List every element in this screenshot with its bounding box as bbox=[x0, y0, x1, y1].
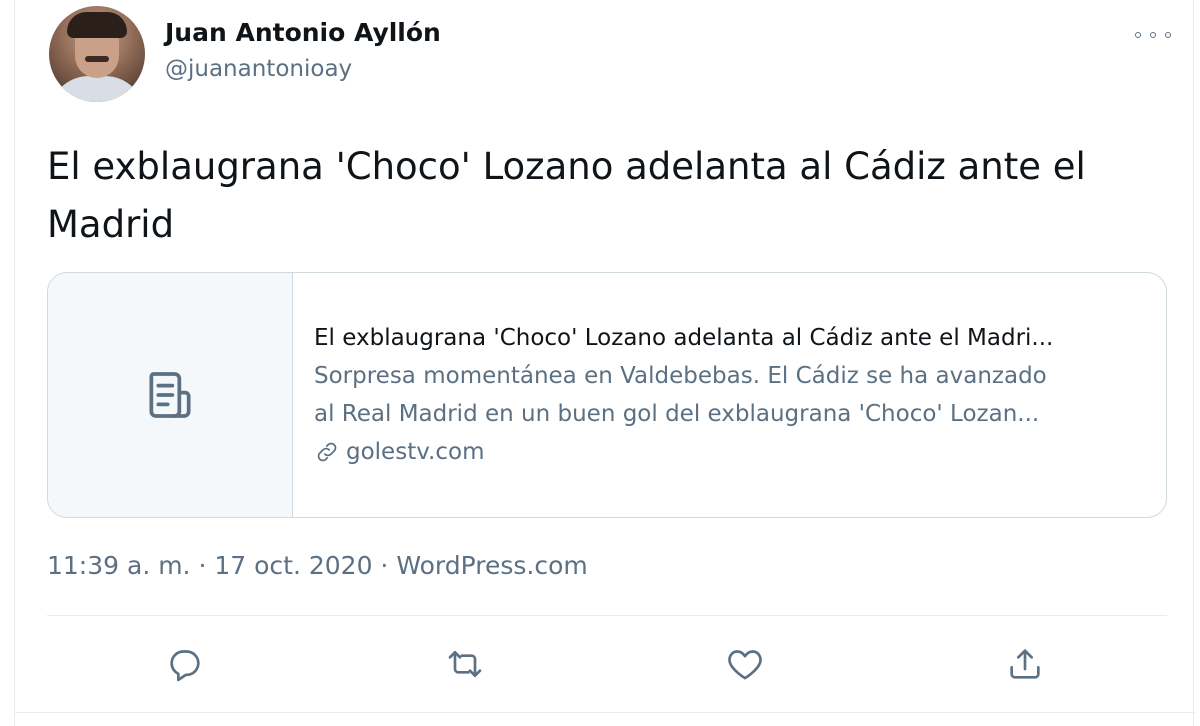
card-domain: golestv.com bbox=[314, 435, 1144, 469]
more-dot-icon bbox=[1165, 32, 1171, 38]
author-handle[interactable]: @juanantonioay bbox=[165, 56, 352, 82]
document-icon bbox=[149, 372, 191, 418]
like-button[interactable] bbox=[721, 640, 769, 688]
tweet-meta: 11:39 a. m. · 17 oct. 2020 · WordPress.c… bbox=[47, 551, 588, 580]
avatar-shirt bbox=[49, 76, 145, 102]
card-description-line: Sorpresa momentánea en Valdebebas. El Cá… bbox=[314, 363, 1047, 389]
retweet-button[interactable] bbox=[441, 640, 489, 688]
card-body: El exblaugrana 'Choco' Lozano adelanta a… bbox=[314, 321, 1144, 469]
avatar-mustache bbox=[85, 56, 109, 62]
avatar-hair bbox=[67, 12, 127, 38]
meta-separator: · bbox=[372, 551, 397, 580]
more-options-button[interactable] bbox=[1135, 26, 1171, 44]
link-icon bbox=[317, 442, 337, 462]
heart-icon bbox=[728, 650, 762, 680]
tweet-date[interactable]: 17 oct. 2020 bbox=[214, 551, 372, 580]
share-icon bbox=[1010, 649, 1040, 679]
tweet-time[interactable]: 11:39 a. m. bbox=[47, 551, 191, 580]
card-description-line: al Real Madrid en un buen gol del exblau… bbox=[314, 401, 1040, 427]
meta-separator: · bbox=[190, 551, 215, 580]
share-button[interactable] bbox=[1001, 640, 1049, 688]
card-title: El exblaugrana 'Choco' Lozano adelanta a… bbox=[314, 325, 1054, 351]
link-card[interactable]: El exblaugrana 'Choco' Lozano adelanta a… bbox=[47, 272, 1167, 518]
reply-button[interactable] bbox=[161, 640, 209, 688]
tweet-text: El exblaugrana 'Choco' Lozano adelanta a… bbox=[47, 145, 1086, 246]
bottom-border bbox=[15, 712, 1195, 713]
card-domain-text: golestv.com bbox=[346, 439, 485, 465]
divider bbox=[47, 615, 1167, 616]
action-bar bbox=[15, 640, 1195, 690]
more-dot-icon bbox=[1135, 32, 1141, 38]
retweet-icon bbox=[448, 651, 482, 677]
avatar[interactable] bbox=[49, 6, 145, 102]
tweet-container: Juan Antonio Ayllón @juanantonioay El ex… bbox=[14, 0, 1195, 726]
reply-icon bbox=[170, 650, 200, 682]
card-description: Sorpresa momentánea en Valdebebas. El Cá… bbox=[314, 357, 1144, 433]
tweet-source[interactable]: WordPress.com bbox=[396, 551, 587, 580]
author-name[interactable]: Juan Antonio Ayllón bbox=[165, 18, 441, 47]
more-dot-icon bbox=[1150, 32, 1156, 38]
card-thumbnail bbox=[48, 273, 293, 517]
